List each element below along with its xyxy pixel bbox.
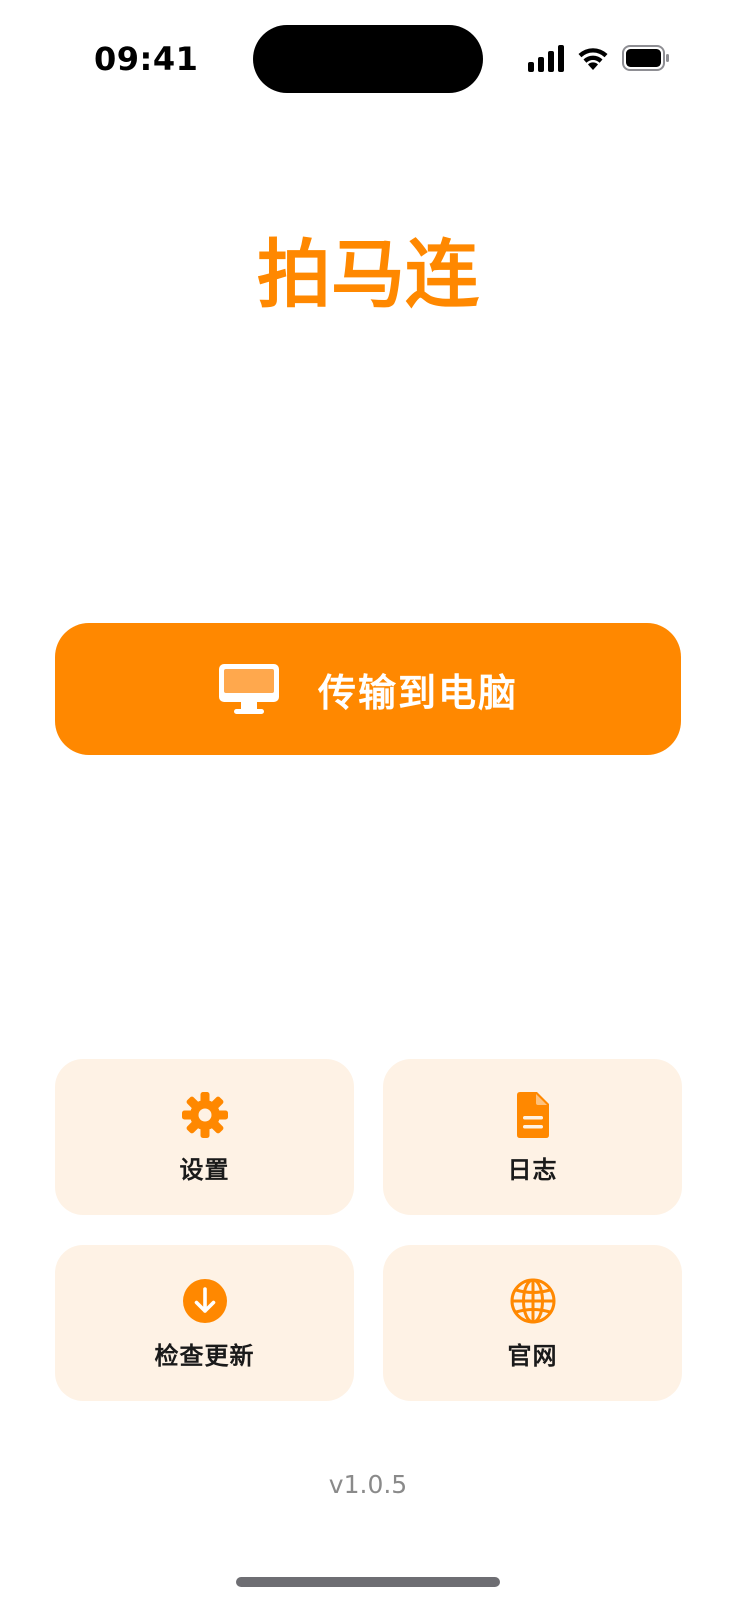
status-time: 09:41 [94, 40, 199, 78]
settings-tile[interactable]: 设置 [55, 1059, 354, 1215]
gear-icon [181, 1091, 228, 1138]
version-label: v1.0.5 [328, 1470, 408, 1499]
battery-icon [622, 45, 669, 71]
log-tile[interactable]: 日志 [383, 1059, 682, 1215]
transfer-button-label: 传输到电脑 [317, 670, 518, 715]
cellular-signal-icon [528, 45, 564, 72]
check-update-tile[interactable]: 检查更新 [55, 1245, 354, 1401]
app-title: 拍马连 [257, 232, 479, 318]
transfer-to-computer-button[interactable]: 传输到电脑 [55, 623, 681, 755]
download-circle-icon [182, 1278, 227, 1323]
log-label: 日志 [507, 1155, 558, 1184]
document-icon [516, 1091, 549, 1138]
globe-icon [510, 1278, 555, 1323]
status-bar: 09:41 [0, 0, 736, 120]
check-update-label: 检查更新 [154, 1341, 255, 1370]
home-indicator[interactable] [236, 1577, 500, 1587]
website-tile[interactable]: 官网 [383, 1245, 682, 1401]
settings-label: 设置 [179, 1155, 230, 1184]
website-label: 官网 [507, 1341, 558, 1370]
wifi-icon [578, 48, 608, 70]
desktop-computer-icon [218, 664, 279, 714]
dynamic-island [253, 25, 483, 93]
